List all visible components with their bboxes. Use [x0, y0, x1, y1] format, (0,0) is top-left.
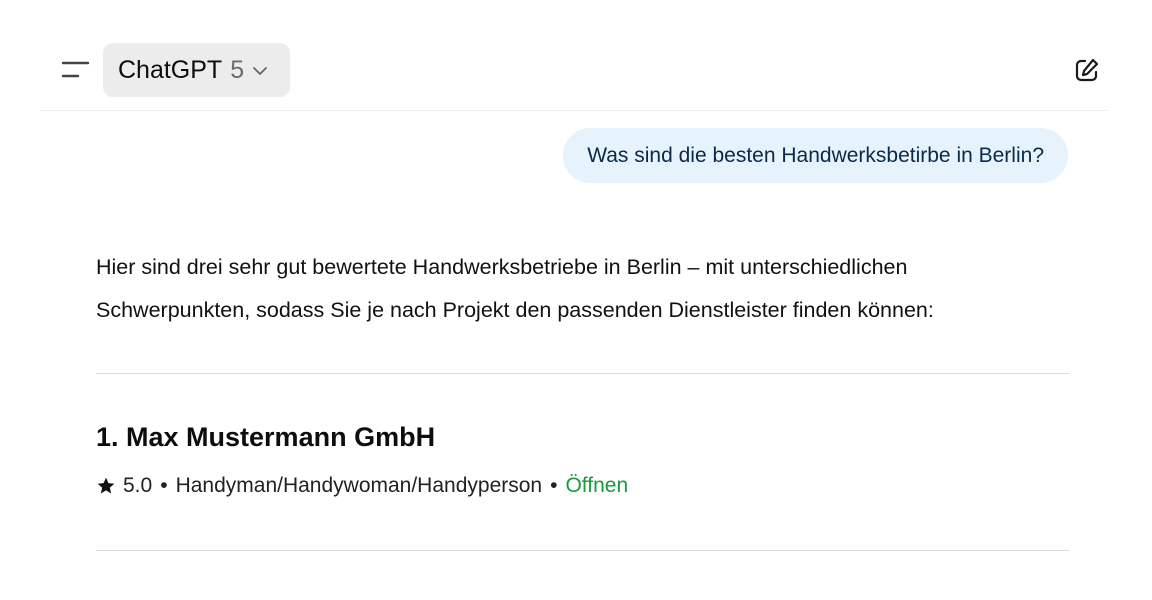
new-chat-icon [1075, 58, 1099, 82]
user-message-text: Was sind die besten Handwerksbetirbe in … [587, 143, 1044, 167]
new-chat-button[interactable] [1072, 55, 1102, 85]
divider-bottom [96, 550, 1069, 551]
star-icon [97, 477, 115, 494]
business-category: Handyman/Handywoman/Handyperson [175, 474, 543, 497]
sidebar-toggle-button[interactable] [58, 57, 92, 85]
model-version: 5 [230, 55, 245, 84]
business-title: 1. Max Mustermann GmbH [96, 422, 436, 452]
model-name: ChatGPT [118, 55, 223, 84]
business-rating: 5.0 [123, 474, 153, 497]
chevron-down-icon [253, 67, 268, 75]
business-open-status: Öffnen [565, 474, 629, 497]
assistant-intro-line-2: Schwerpunkten, sodass Sie je nach Projek… [96, 298, 934, 322]
top-bar: ChatGPT 5 [40, 0, 1107, 111]
meta-separator: • [160, 474, 168, 497]
model-selector-button[interactable]: ChatGPT 5 [103, 43, 290, 97]
user-message-bubble: Was sind die besten Handwerksbetirbe in … [563, 128, 1068, 183]
divider-top [96, 373, 1069, 374]
assistant-message: Hier sind drei sehr gut bewertete Handwe… [96, 246, 1071, 332]
business-meta: 5.0 • Handyman/Handywoman/Handyperson • … [96, 474, 628, 498]
meta-separator: • [550, 474, 558, 497]
assistant-intro-line-1: Hier sind drei sehr gut bewertete Handwe… [96, 255, 908, 279]
sidebar-toggle-icon [61, 61, 90, 78]
